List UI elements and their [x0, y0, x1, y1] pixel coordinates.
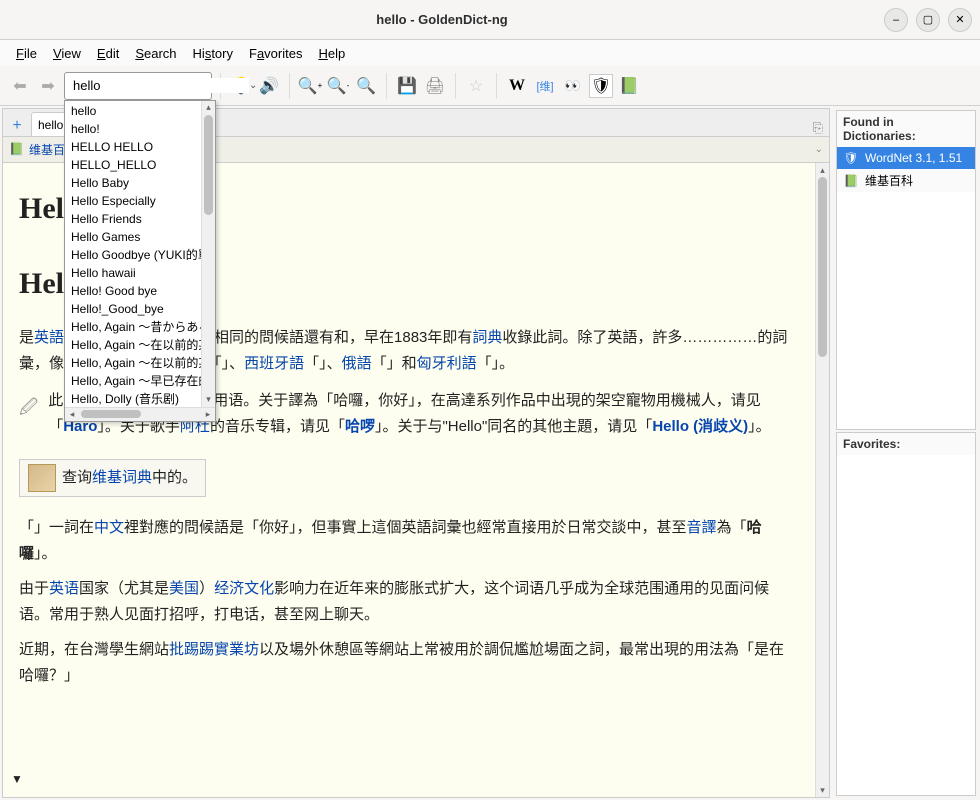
owl-icon[interactable]: 👀	[561, 74, 585, 98]
search-input[interactable]	[73, 78, 249, 93]
completion-vscroll[interactable]: ▴ ▾	[201, 101, 215, 407]
menu-view[interactable]: View	[45, 44, 89, 63]
disambig-icon: 🖉	[19, 392, 38, 423]
wikipedia-icon[interactable]: W	[505, 74, 529, 98]
article-scrollbar[interactable]: ▴ ▾	[815, 163, 829, 797]
window-title: hello - GoldenDict-ng	[8, 12, 876, 27]
completion-item[interactable]: HELLO_HELLO	[65, 155, 215, 173]
completion-item[interactable]: hello!	[65, 119, 215, 137]
completion-item[interactable]: Hello, Again ～在以前的某	[65, 335, 215, 353]
completion-item[interactable]: Hello Baby	[65, 173, 215, 191]
print-icon[interactable]: 🖨	[423, 74, 447, 98]
star-icon[interactable]: ☆	[464, 74, 488, 98]
completion-item[interactable]: Hello Friends	[65, 209, 215, 227]
completion-item[interactable]: hello	[65, 101, 215, 119]
completion-item[interactable]: Hello Especially	[65, 191, 215, 209]
chevron-down-icon[interactable]: ⌄	[249, 80, 257, 91]
book-icon[interactable]: 📗	[617, 74, 641, 98]
tab-label: hello	[38, 118, 63, 132]
completion-item[interactable]: Hello!_Good_bye	[65, 299, 215, 317]
zoom-in-icon[interactable]: 🔍+	[298, 74, 322, 98]
book-green-icon: 📗	[843, 173, 859, 189]
completion-item[interactable]: Hello! Good bye	[65, 281, 215, 299]
chevron-down-icon[interactable]: ⌄	[815, 144, 823, 155]
menu-history[interactable]: History	[185, 44, 241, 63]
collapse-triangle-icon[interactable]: ▼	[11, 769, 23, 789]
minimize-button[interactable]: –	[884, 8, 908, 32]
para-4: 近期，在台灣學生網站批踢踢實業坊以及場外休憩區等網站上常被用於調侃尷尬場面之詞，…	[19, 637, 799, 688]
add-tab-button[interactable]: +	[7, 116, 27, 136]
menu-file[interactable]: File	[8, 44, 45, 63]
zoom-reset-icon[interactable]: 🔍	[354, 74, 378, 98]
menubar: File View Edit Search History Favorites …	[0, 40, 980, 66]
shield-orange-icon: 🛡	[843, 150, 859, 166]
completion-dropdown: hellohello!HELLO HELLOHELLO_HELLOHello B…	[64, 100, 216, 422]
completion-item[interactable]: Hello Goodbye (YUKI的單	[65, 245, 215, 263]
found-in-label: Found in Dictionaries:	[837, 111, 975, 147]
favorites-label: Favorites:	[837, 433, 975, 455]
book-green-icon: 📗	[9, 142, 25, 158]
search-box[interactable]: ⌄	[64, 72, 212, 100]
dict-item-wordnet[interactable]: 🛡 WordNet 3.1, 1.51	[837, 147, 975, 169]
para-2: 「」一詞在中文裡對應的問候語是「你好」，但事實上這個英語詞彙也經常直接用於日常交…	[19, 515, 799, 566]
sound-icon[interactable]: 🔊	[257, 74, 281, 98]
save-icon[interactable]: 💾	[395, 74, 419, 98]
para-3: 由于英语国家（尤其是美国）经济文化影响力在近年来的膨胀式扩大，这个词语几乎成为全…	[19, 576, 799, 627]
shield-icon[interactable]: 🛡	[589, 74, 613, 98]
close-button[interactable]: ✕	[948, 8, 972, 32]
completion-item[interactable]: Hello Games	[65, 227, 215, 245]
zoom-out-icon[interactable]: 🔍-	[326, 74, 350, 98]
completion-item[interactable]: HELLO HELLO	[65, 137, 215, 155]
menu-search[interactable]: Search	[127, 44, 184, 63]
menu-favorites[interactable]: Favorites	[241, 44, 310, 63]
side-panel: Found in Dictionaries: 🛡 WordNet 3.1, 1.…	[832, 106, 980, 800]
maximize-button[interactable]: ▢	[916, 8, 940, 32]
completion-item[interactable]: Hello, Again ～在以前的某	[65, 353, 215, 371]
cn-source-icon[interactable]: [维]	[533, 74, 557, 98]
toolbar: ⬅ ➡ ⌄ hellohello!HELLO HELLOHELLO_HELLOH…	[0, 66, 980, 106]
completion-item[interactable]: Hello, Again ～早已存在的	[65, 371, 215, 389]
forward-button[interactable]: ➡	[36, 74, 60, 98]
back-button[interactable]: ⬅	[8, 74, 32, 98]
completion-item[interactable]: Hello hawaii	[65, 263, 215, 281]
tab-overflow-icon[interactable]: ⎘	[813, 120, 823, 136]
titlebar: hello - GoldenDict-ng – ▢ ✕	[0, 0, 980, 40]
completion-item[interactable]: Hello, Dolly (音乐剧)	[65, 389, 215, 407]
wiktionary-icon	[28, 464, 56, 492]
wiktionary-box: 查询维基词典中的。	[19, 459, 206, 497]
menu-help[interactable]: Help	[310, 44, 353, 63]
menu-edit[interactable]: Edit	[89, 44, 127, 63]
dict-item-wikipedia-cn[interactable]: 📗 维基百科	[837, 169, 975, 192]
completion-item[interactable]: Hello, Again ～昔からある	[65, 317, 215, 335]
completion-hscroll[interactable]: ◂▸	[65, 407, 215, 421]
